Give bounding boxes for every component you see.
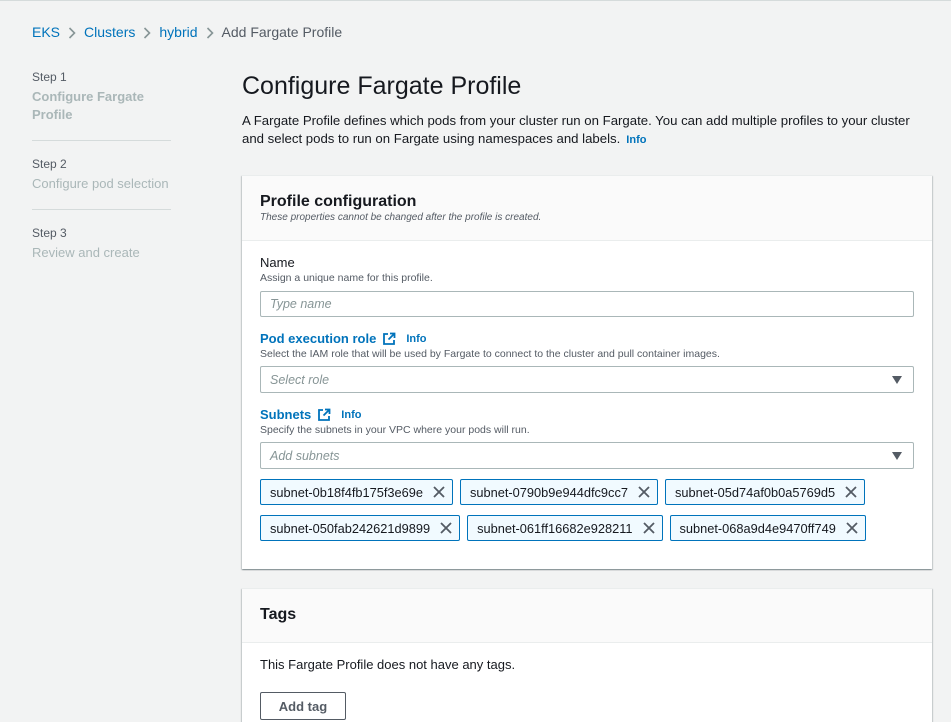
- step-2: Step 2 Configure pod selection: [32, 140, 171, 209]
- step-title: Configure pod selection: [32, 176, 169, 191]
- role-label-row: Pod execution role Info: [260, 331, 914, 347]
- panel-header: Profile configuration These properties c…: [242, 176, 932, 241]
- profile-configuration-panel: Profile configuration These properties c…: [242, 175, 932, 569]
- subnet-token-label: subnet-050fab242621d9899: [270, 520, 431, 536]
- panel-title: Tags: [260, 606, 297, 623]
- wizard-steps: Step 1 Configure Fargate Profile Step 2 …: [32, 70, 171, 278]
- subnets-select[interactable]: Add subnets: [260, 442, 914, 469]
- name-field: Name Assign a unique name for this profi…: [260, 255, 914, 317]
- external-link-icon[interactable]: [382, 332, 396, 346]
- page-info-link[interactable]: Info: [626, 134, 646, 146]
- breadcrumb: EKS Clusters hybrid Add Fargate Profile: [32, 24, 342, 40]
- panel-header: Tags: [242, 589, 932, 643]
- external-link-icon[interactable]: [317, 408, 331, 422]
- subnet-token-label: subnet-068a9d4e9470ff749: [679, 520, 836, 536]
- add-tag-button[interactable]: Add tag: [260, 692, 346, 720]
- subnets-label[interactable]: Subnets: [260, 407, 311, 423]
- step-number: Step 3: [32, 226, 67, 240]
- close-icon[interactable]: [432, 485, 446, 499]
- subnets-field: Subnets Info Specify the subnets in your…: [260, 407, 914, 551]
- role-select-placeholder: Select role: [270, 372, 330, 387]
- subnet-token-label: subnet-061ff16682e928211: [477, 520, 633, 536]
- subnet-token: subnet-0b18f4fb175f3e69e: [260, 479, 453, 505]
- page-description-text: A Fargate Profile defines which pods fro…: [242, 113, 910, 146]
- role-label[interactable]: Pod execution role: [260, 331, 376, 347]
- step-title: Configure Fargate Profile: [32, 89, 144, 122]
- caret-down-icon: [892, 451, 902, 460]
- subnet-token-label: subnet-0b18f4fb175f3e69e: [270, 484, 423, 500]
- subnet-token-label: subnet-0790b9e944dfc9cc7: [470, 484, 628, 500]
- main-content: Configure Fargate Profile A Fargate Prof…: [242, 70, 932, 722]
- subnet-token: subnet-068a9d4e9470ff749: [669, 515, 866, 541]
- close-icon[interactable]: [637, 485, 651, 499]
- subnet-token: subnet-050fab242621d9899: [260, 515, 461, 541]
- close-icon[interactable]: [844, 485, 858, 499]
- role-info-link[interactable]: Info: [406, 331, 426, 347]
- role-field: Pod execution role Info Select the IAM r…: [260, 331, 914, 393]
- breadcrumb-eks[interactable]: EKS: [32, 24, 60, 40]
- panel-title: Profile configuration: [260, 193, 417, 210]
- subnet-token: subnet-0790b9e944dfc9cc7: [460, 479, 658, 505]
- close-icon[interactable]: [642, 521, 656, 535]
- panel-body: This Fargate Profile does not have any t…: [242, 643, 932, 722]
- breadcrumb-clusters[interactable]: Clusters: [84, 24, 135, 40]
- role-description: Select the IAM role that will be used by…: [260, 348, 720, 360]
- step-3: Step 3 Review and create: [32, 209, 171, 278]
- page-description: A Fargate Profile defines which pods fro…: [242, 112, 930, 149]
- step-1: Step 1 Configure Fargate Profile: [32, 70, 171, 140]
- name-input[interactable]: [260, 291, 914, 317]
- breadcrumb-current: Add Fargate Profile: [221, 24, 343, 40]
- chevron-right-icon: [198, 24, 222, 40]
- panel-subtitle: These properties cannot be changed after…: [260, 212, 542, 223]
- subnets-select-placeholder: Add subnets: [270, 448, 340, 463]
- name-label: Name: [260, 255, 295, 270]
- chevron-right-icon: [135, 24, 159, 40]
- chevron-right-icon: [60, 24, 84, 40]
- close-icon[interactable]: [439, 521, 453, 535]
- name-description: Assign a unique name for this profile.: [260, 272, 433, 284]
- page-title: Configure Fargate Profile: [242, 72, 522, 100]
- close-icon[interactable]: [845, 521, 859, 535]
- tags-empty-message: This Fargate Profile does not have any t…: [260, 657, 516, 672]
- subnet-token: subnet-05d74af0b0a5769d5: [664, 479, 866, 505]
- role-select[interactable]: Select role: [260, 366, 914, 393]
- subnets-label-row: Subnets Info: [260, 407, 914, 423]
- step-title: Review and create: [32, 245, 140, 260]
- breadcrumb-cluster-hybrid[interactable]: hybrid: [159, 24, 197, 40]
- subnets-description: Specify the subnets in your VPC where yo…: [260, 424, 530, 436]
- caret-down-icon: [892, 375, 902, 384]
- subnets-info-link[interactable]: Info: [341, 407, 361, 423]
- tags-panel: Tags This Fargate Profile does not have …: [242, 588, 932, 722]
- top-border: [0, 0, 951, 1]
- step-number: Step 2: [32, 157, 67, 171]
- panel-body: Name Assign a unique name for this profi…: [242, 241, 932, 569]
- selected-subnets: subnet-0b18f4fb175f3e69e subnet-0790b9e9…: [260, 479, 920, 551]
- subnet-token-label: subnet-05d74af0b0a5769d5: [674, 484, 836, 500]
- step-number: Step 1: [32, 70, 67, 84]
- subnet-token: subnet-061ff16682e928211: [467, 515, 663, 541]
